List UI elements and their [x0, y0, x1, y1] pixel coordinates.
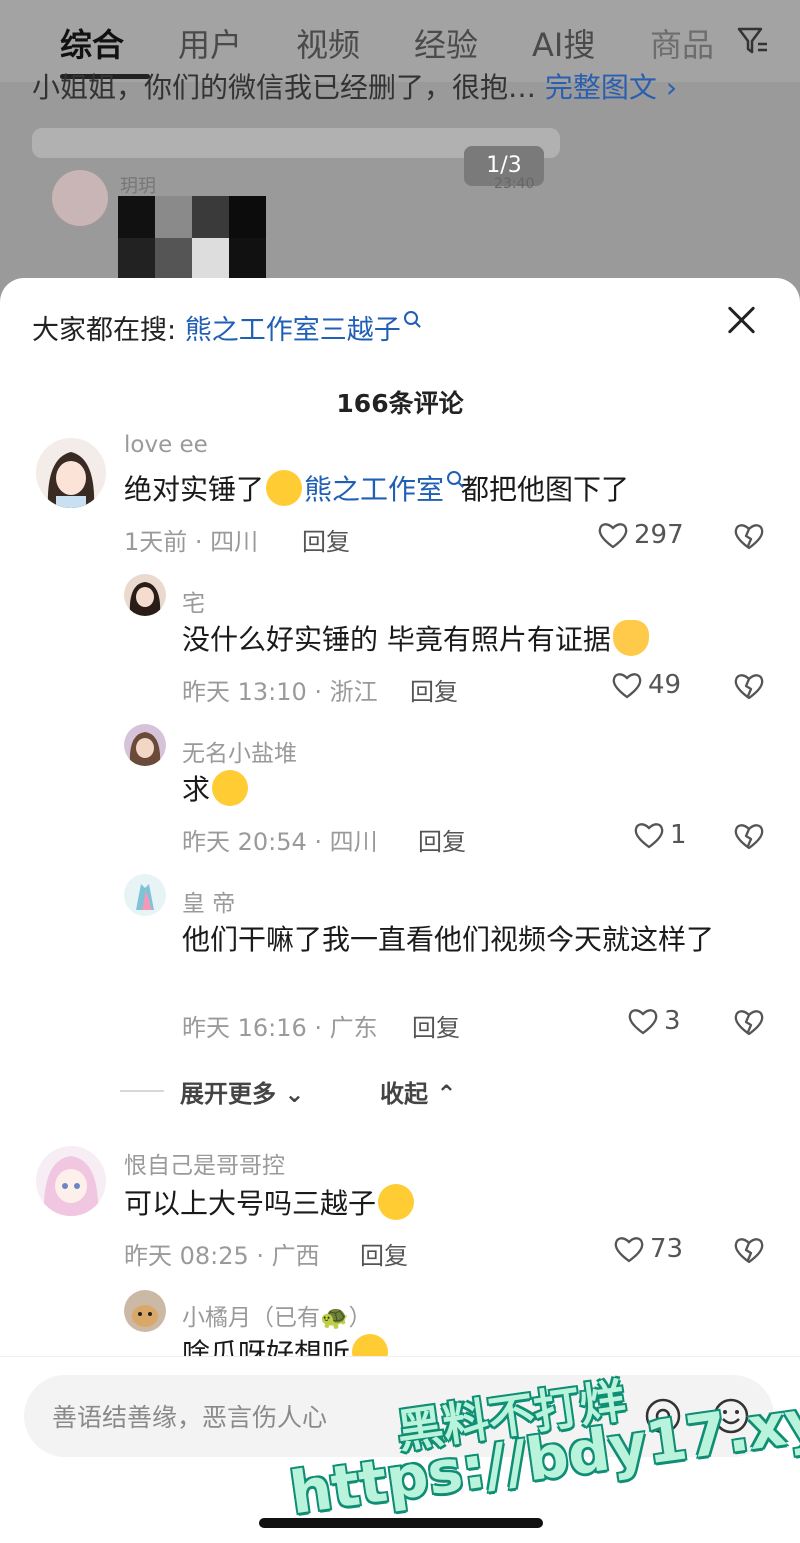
comment-sheet: 大家都在搜: 熊之工作室三越子 166条评论 love ee 绝对实锤了 熊之工作…	[0, 278, 800, 1542]
comment-text-part: 求	[182, 773, 211, 806]
heart-icon	[628, 1009, 658, 1035]
comment-meta: 1天前 · 四川	[124, 528, 259, 556]
like-count: 297	[634, 520, 684, 550]
heart-icon	[598, 523, 628, 549]
dislike-icon[interactable]	[733, 1007, 765, 1037]
expand-more-label: 展开更多	[180, 1080, 276, 1108]
search-link[interactable]: 熊之工作室	[304, 473, 444, 506]
filter-icon[interactable]	[736, 24, 770, 58]
comment-text-part: 没什么好实锤的 毕竟有照片有证据	[182, 623, 611, 656]
comment-text: 没什么好实锤的 毕竟有照片有证据	[182, 620, 651, 660]
heart-icon	[614, 1237, 644, 1263]
post-snippet[interactable]: 小姐姐，你们的微信我已经删了，很抱… 完整图文 ›	[32, 66, 677, 106]
dislike-icon[interactable]	[733, 821, 765, 851]
dislike-icon[interactable]	[733, 671, 765, 701]
tab-videos[interactable]: 视频	[296, 20, 360, 66]
dislike-icon[interactable]	[733, 521, 765, 551]
crying-emoji-icon	[266, 470, 303, 506]
chevron-down-icon: ⌄	[284, 1080, 305, 1108]
collapse-label: 收起	[380, 1080, 428, 1108]
search-hint-term[interactable]: 熊之工作室三越子	[185, 315, 401, 346]
chevron-up-icon: ⌃	[436, 1080, 457, 1108]
like-button[interactable]: 297	[598, 520, 684, 550]
comment-text: 求	[182, 770, 250, 810]
comment-text-part: 绝对实锤了	[124, 473, 265, 506]
expand-more-button[interactable]: 展开更多 ⌄	[180, 1074, 304, 1109]
comment-username[interactable]: 无名小盐堆	[182, 734, 297, 768]
comment-meta: 昨天 20:54 · 四川	[182, 828, 378, 856]
laugh-cry-emoji-icon	[378, 1184, 415, 1220]
comment-text: 他们干嘛了我一直看他们视频今天就这样了	[182, 923, 715, 956]
collapse-button[interactable]: 收起 ⌃	[380, 1074, 456, 1109]
comment-text-part: 都把他图下了	[461, 473, 630, 506]
tab-products[interactable]: 商品	[650, 20, 714, 66]
avatar[interactable]	[124, 1290, 166, 1332]
reply-button[interactable]: 回复	[410, 672, 458, 707]
comment-username[interactable]: 宅	[182, 584, 205, 618]
avatar[interactable]	[124, 874, 166, 916]
like-button[interactable]: 73	[614, 1234, 683, 1264]
like-count: 1	[670, 820, 687, 850]
ok-hand-emoji-icon	[612, 620, 649, 656]
comment-username[interactable]: love ee	[124, 432, 208, 458]
tab-ai-search[interactable]: AI搜	[532, 20, 595, 66]
avatar[interactable]	[124, 724, 166, 766]
background-page: 综合 用户 视频 经验 AI搜 商品 小姐姐，你们的微信我已经删了，很抱… 完整…	[0, 0, 800, 300]
mosaic-image	[118, 196, 266, 280]
reply-button[interactable]: 回复	[412, 1008, 460, 1043]
search-icon	[447, 471, 462, 485]
avatar[interactable]	[36, 438, 106, 508]
close-button[interactable]	[724, 302, 760, 338]
post-user-avatar	[52, 170, 108, 226]
comment-meta: 昨天 16:16 · 广东	[182, 1014, 378, 1042]
like-button[interactable]: 3	[628, 1006, 681, 1036]
search-hint-label: 大家都在搜:	[32, 315, 177, 346]
like-count: 49	[648, 670, 682, 700]
tab-comprehensive[interactable]: 综合	[60, 20, 124, 66]
reply-button[interactable]: 回复	[360, 1236, 408, 1271]
heart-icon	[612, 673, 642, 699]
search-suggestion[interactable]: 大家都在搜: 熊之工作室三越子	[32, 308, 418, 347]
comment-text: 可以上大号吗三越子	[124, 1184, 416, 1224]
comment-username[interactable]: 皇 帝	[182, 884, 235, 918]
avatar[interactable]	[36, 1146, 106, 1216]
like-count: 3	[664, 1006, 681, 1036]
reply-button[interactable]: 回复	[418, 822, 466, 857]
search-icon	[403, 311, 418, 325]
comment-meta: 昨天 13:10 · 浙江	[182, 678, 378, 706]
post-user-name: 玥玥	[120, 176, 156, 197]
heart-icon	[634, 823, 664, 849]
expand-divider	[120, 1090, 164, 1092]
comment-username[interactable]: 恨自己是哥哥控	[124, 1146, 285, 1180]
comment-text-part: 可以上大号吗三越子	[124, 1187, 377, 1220]
tab-experience[interactable]: 经验	[414, 20, 478, 66]
badge-time: 23:40	[494, 176, 535, 192]
snippet-text: 小姐姐，你们的微信我已经删了，很抱…	[32, 71, 537, 104]
comment-count: 166条评论	[336, 389, 464, 418]
tab-users[interactable]: 用户	[178, 20, 242, 66]
reply-button[interactable]: 回复	[302, 522, 350, 557]
laugh-cry-emoji-icon	[212, 770, 249, 806]
full-post-link[interactable]: 完整图文 ›	[545, 71, 677, 104]
like-count: 73	[650, 1234, 684, 1264]
comment-text: 绝对实锤了 熊之工作室 都把他图下了	[124, 470, 629, 510]
like-button[interactable]: 49	[612, 670, 681, 700]
like-button[interactable]: 1	[634, 820, 687, 850]
comment-username[interactable]: 小橘月（已有🐢）	[182, 1298, 372, 1332]
avatar[interactable]	[124, 574, 166, 616]
dislike-icon[interactable]	[733, 1235, 765, 1265]
comment-meta: 昨天 08:25 · 广西	[124, 1242, 320, 1270]
